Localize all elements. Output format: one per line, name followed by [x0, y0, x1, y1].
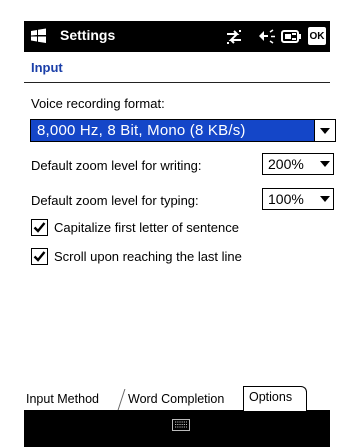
chevron-down-icon[interactable]: [320, 160, 330, 168]
device-screen: Settings OK Input Voice recording format…: [0, 0, 346, 447]
windows-start-icon[interactable]: [30, 28, 48, 44]
zoom-typing-value: 100%: [268, 191, 304, 207]
zoom-writing-value: 200%: [268, 156, 304, 172]
chevron-down-icon[interactable]: [314, 120, 335, 141]
capitalize-checkbox-row[interactable]: Capitalize first letter of sentence: [31, 219, 239, 236]
title-bar: Settings OK: [24, 21, 330, 52]
keyboard-icon[interactable]: [172, 419, 190, 431]
tab-word-completion[interactable]: Word Completion: [128, 388, 224, 410]
voice-format-dropdown[interactable]: 8,000 Hz, 8 Bit, Mono (8 KB/s): [30, 119, 336, 142]
battery-icon[interactable]: [280, 21, 304, 52]
scroll-label: Scroll upon reaching the last line: [54, 249, 242, 264]
tab-input-method[interactable]: Input Method: [26, 388, 99, 410]
scroll-checkbox[interactable]: [31, 248, 48, 265]
zoom-writing-dropdown[interactable]: 200%: [262, 153, 334, 175]
checkmark-icon: [33, 222, 46, 233]
voice-format-value: 8,000 Hz, 8 Bit, Mono (8 KB/s): [37, 122, 246, 139]
tab-options-label: Options: [249, 390, 293, 404]
tab-options[interactable]: Options: [243, 386, 307, 412]
app-title: Settings: [60, 27, 116, 43]
zoom-writing-label: Default zoom level for writing:: [31, 158, 202, 173]
bottom-bar: [24, 411, 330, 447]
volume-icon[interactable]: [256, 21, 276, 52]
tab-separator: [117, 389, 126, 410]
scroll-checkbox-row[interactable]: Scroll upon reaching the last line: [31, 248, 242, 265]
capitalize-checkbox[interactable]: [31, 219, 48, 236]
ok-button[interactable]: OK: [308, 27, 326, 45]
voice-format-label: Voice recording format:: [31, 96, 165, 111]
zoom-typing-label: Default zoom level for typing:: [31, 193, 199, 208]
chevron-down-icon[interactable]: [320, 195, 330, 203]
page-title: Input: [31, 60, 63, 75]
capitalize-label: Capitalize first letter of sentence: [54, 220, 239, 235]
header-divider: [24, 82, 330, 83]
checkmark-icon: [33, 251, 46, 262]
zoom-typing-dropdown[interactable]: 100%: [262, 188, 334, 210]
connectivity-icon[interactable]: [224, 21, 244, 52]
